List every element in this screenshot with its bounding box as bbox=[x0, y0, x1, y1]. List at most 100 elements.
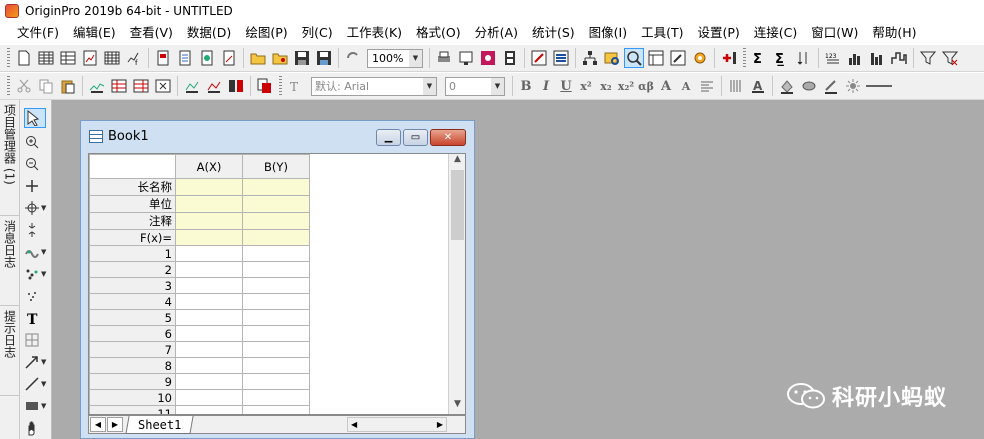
worksheet-grid[interactable]: A(X) B(Y) 长名称 单位 注释 F(x)= 1 2 3 4 5 6 7 … bbox=[88, 153, 466, 415]
set-as-z-icon[interactable] bbox=[153, 76, 173, 96]
corner-cell[interactable] bbox=[89, 154, 176, 179]
menu-help[interactable]: 帮助(H) bbox=[865, 21, 923, 44]
bold-button[interactable]: B bbox=[516, 79, 536, 94]
save-template-icon[interactable] bbox=[314, 48, 334, 68]
data-cell[interactable] bbox=[242, 389, 310, 406]
menu-data[interactable]: 数据(D) bbox=[180, 21, 238, 44]
column-header-a[interactable]: A(X) bbox=[175, 154, 243, 179]
screen-reader-tool[interactable] bbox=[24, 176, 50, 196]
row-number[interactable]: 1 bbox=[89, 245, 176, 262]
row-number[interactable]: 8 bbox=[89, 357, 176, 374]
data-cell[interactable] bbox=[175, 293, 243, 310]
column-chart-icon[interactable] bbox=[867, 48, 887, 68]
sort-icon[interactable] bbox=[794, 48, 814, 68]
set-disregard-icon[interactable] bbox=[226, 76, 246, 96]
row-number[interactable]: 11 bbox=[89, 405, 176, 414]
save-project-icon[interactable] bbox=[292, 48, 312, 68]
export-page-icon[interactable] bbox=[456, 48, 476, 68]
superscript-button[interactable]: x² bbox=[576, 80, 596, 93]
line-color-icon[interactable] bbox=[821, 76, 841, 96]
new-matrix-icon[interactable] bbox=[102, 48, 122, 68]
project-explorer-icon[interactable] bbox=[580, 48, 600, 68]
refresh-icon[interactable] bbox=[343, 48, 363, 68]
row-number[interactable]: 2 bbox=[89, 261, 176, 278]
scroll-left-icon[interactable]: ◀ bbox=[351, 420, 357, 429]
data-cell[interactable] bbox=[175, 309, 243, 326]
set-as-x-icon[interactable] bbox=[109, 76, 129, 96]
copy-icon[interactable] bbox=[36, 76, 56, 96]
new-graph-icon[interactable] bbox=[80, 48, 100, 68]
print-icon[interactable] bbox=[434, 48, 454, 68]
data-cell[interactable] bbox=[175, 245, 243, 262]
tab-prev-icon[interactable]: ◀ bbox=[90, 417, 106, 432]
add-new-columns-icon[interactable] bbox=[87, 76, 107, 96]
data-cell[interactable] bbox=[242, 293, 310, 310]
find-icon[interactable] bbox=[602, 48, 622, 68]
clear-filter-icon[interactable] bbox=[940, 48, 960, 68]
row-number[interactable]: 10 bbox=[89, 389, 176, 406]
meta-cell[interactable] bbox=[175, 195, 243, 213]
new-project-icon[interactable] bbox=[14, 48, 34, 68]
line-tool[interactable]: ▼ bbox=[24, 374, 50, 394]
underline-button[interactable]: U bbox=[556, 79, 576, 94]
row-number[interactable]: 7 bbox=[89, 341, 176, 358]
zoom-in-tool[interactable] bbox=[24, 132, 50, 152]
data-cell[interactable] bbox=[175, 341, 243, 358]
regional-data-selector-tool[interactable] bbox=[24, 286, 50, 306]
menu-preferences[interactable]: 设置(P) bbox=[691, 21, 747, 44]
results-log-icon[interactable] bbox=[551, 48, 571, 68]
menu-view[interactable]: 查看(V) bbox=[123, 21, 180, 44]
greek-button[interactable]: αβ bbox=[636, 80, 656, 93]
horizontal-scrollbar[interactable]: ◀ ▶ bbox=[347, 417, 447, 432]
font-name-dropdown[interactable]: 默认: Arial ▼ bbox=[311, 76, 437, 96]
row-label[interactable]: 长名称 bbox=[89, 178, 176, 196]
font-size-dropdown[interactable]: 0 ▼ bbox=[445, 76, 505, 96]
data-cell[interactable] bbox=[175, 277, 243, 294]
data-cell[interactable] bbox=[175, 261, 243, 278]
supersubscript-button[interactable]: x₂² bbox=[616, 80, 636, 93]
data-cell[interactable] bbox=[242, 245, 310, 262]
line-style-icon[interactable] bbox=[865, 76, 893, 96]
open-folder-icon[interactable] bbox=[248, 48, 268, 68]
menu-column[interactable]: 列(C) bbox=[295, 21, 340, 44]
toolbar-grip[interactable] bbox=[7, 76, 10, 96]
export-image-icon[interactable] bbox=[478, 48, 498, 68]
project-explorer-tab[interactable]: 项目管理器 (1) bbox=[0, 100, 20, 216]
row-number[interactable]: 6 bbox=[89, 325, 176, 342]
menu-window[interactable]: 窗口(W) bbox=[804, 21, 865, 44]
arrow-tool[interactable]: ▼ bbox=[24, 352, 50, 372]
toolbar-grip[interactable] bbox=[7, 48, 10, 68]
new-layout-icon[interactable] bbox=[153, 48, 173, 68]
new-excel-icon[interactable] bbox=[58, 48, 78, 68]
set-values-icon[interactable]: 123 bbox=[823, 48, 843, 68]
menu-tools[interactable]: 工具(T) bbox=[634, 21, 690, 44]
meta-cell[interactable] bbox=[242, 178, 310, 196]
cut-icon[interactable] bbox=[14, 76, 34, 96]
data-cell[interactable] bbox=[242, 341, 310, 358]
data-cell[interactable] bbox=[175, 357, 243, 374]
scroll-right-icon[interactable]: ▶ bbox=[437, 420, 443, 429]
hand-tool[interactable] bbox=[24, 418, 50, 438]
new-notes-icon[interactable] bbox=[175, 48, 195, 68]
tab-next-icon[interactable]: ▶ bbox=[107, 417, 123, 432]
set-label-icon[interactable] bbox=[204, 76, 224, 96]
messages-log-tab[interactable]: 消息日志 bbox=[0, 216, 20, 306]
new-dialog-icon[interactable] bbox=[219, 48, 239, 68]
menu-statistics[interactable]: 统计(S) bbox=[525, 21, 582, 44]
menu-analysis[interactable]: 分析(A) bbox=[468, 21, 525, 44]
increase-font-button[interactable]: A bbox=[656, 79, 676, 94]
scroll-thumb[interactable] bbox=[451, 170, 464, 240]
window-list-icon[interactable] bbox=[646, 48, 666, 68]
menu-worksheet[interactable]: 工作表(K) bbox=[340, 21, 409, 44]
meta-cell[interactable] bbox=[242, 195, 310, 213]
bar-chart-icon[interactable] bbox=[845, 48, 865, 68]
zoom-out-tool[interactable] bbox=[24, 154, 50, 174]
statistics-column-icon[interactable]: Σ̲ bbox=[772, 48, 792, 68]
text-tool[interactable]: T bbox=[24, 308, 50, 328]
set-error-icon[interactable] bbox=[182, 76, 202, 96]
row-label[interactable]: F(x)= bbox=[89, 229, 176, 246]
scroll-down-icon[interactable]: ▼ bbox=[449, 399, 465, 414]
scroll-up-icon[interactable]: ▲ bbox=[449, 154, 465, 169]
data-cell[interactable] bbox=[175, 389, 243, 406]
close-button[interactable]: ✕ bbox=[430, 129, 466, 146]
